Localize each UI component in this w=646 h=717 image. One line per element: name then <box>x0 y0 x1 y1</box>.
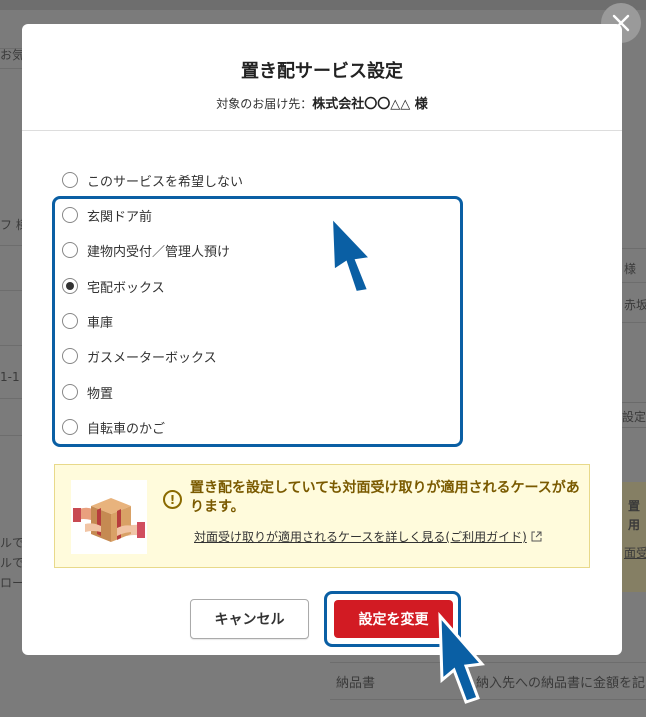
background-text: ルで <box>0 556 25 570</box>
delivery-target-label: 対象のお届け先： <box>216 97 313 111</box>
external-link-icon <box>531 531 542 542</box>
background-text: 置 <box>628 499 641 513</box>
background-divider <box>622 248 646 249</box>
modal-subtitle: 対象のお届け先：株式会社〇〇△△ 様 <box>22 93 622 112</box>
background-text: ルで <box>0 536 25 550</box>
modal-divider <box>22 130 622 131</box>
usage-guide-link[interactable]: 対面受け取りが適用されるケースを詳しく見る(ご利用ガイド) <box>194 528 542 545</box>
background-divider <box>622 322 646 323</box>
notice-box: ! 置き配を設定していても対面受け取りが適用されるケースがあります。 対面受け取… <box>54 464 590 568</box>
background-text: 面受 <box>624 546 646 560</box>
background-value: 納入先への納品書に金額を記 <box>476 676 646 691</box>
background-divider <box>0 290 22 291</box>
background-text: 用 <box>628 518 641 532</box>
pointer-arrow-icon <box>330 215 373 294</box>
pointer-arrow-icon <box>438 612 485 704</box>
background-divider <box>0 398 22 399</box>
background-divider <box>0 68 22 69</box>
radio-button[interactable] <box>62 172 78 188</box>
modal-title: 置き配サービス設定 <box>241 61 403 82</box>
delivery-target-name: 株式会社〇〇△△ 様 <box>312 97 428 112</box>
background-divider <box>330 662 646 663</box>
background-divider <box>0 435 22 436</box>
background-divider <box>0 245 22 246</box>
background-divider <box>622 282 646 283</box>
background-text: 赤坂1 <box>624 298 646 312</box>
background-header-strip <box>0 0 646 10</box>
background-divider <box>0 345 22 346</box>
background-text: ロー <box>0 576 25 590</box>
package-handoff-image <box>71 480 147 554</box>
radio-option-none[interactable]: このサービスを希望しない <box>62 168 243 192</box>
background-text: お気 <box>0 48 25 62</box>
background-divider <box>330 699 646 700</box>
background-text: 1-1 <box>0 370 20 384</box>
cancel-button[interactable]: キャンセル <box>190 599 309 639</box>
background-text: 様 <box>624 262 637 276</box>
options-highlight-outline <box>52 196 463 447</box>
background-label: 納品書 <box>336 676 376 691</box>
info-icon: ! <box>163 490 182 509</box>
radio-label: このサービスを希望しない <box>87 174 244 190</box>
notice-text: 置き配を設定していても対面受け取りが適用されるケースがあります。 <box>190 480 580 515</box>
background-text: 設定を <box>622 410 646 424</box>
usage-guide-link-text: 対面受け取りが適用されるケースを詳しく見る(ご利用ガイド) <box>194 530 527 544</box>
